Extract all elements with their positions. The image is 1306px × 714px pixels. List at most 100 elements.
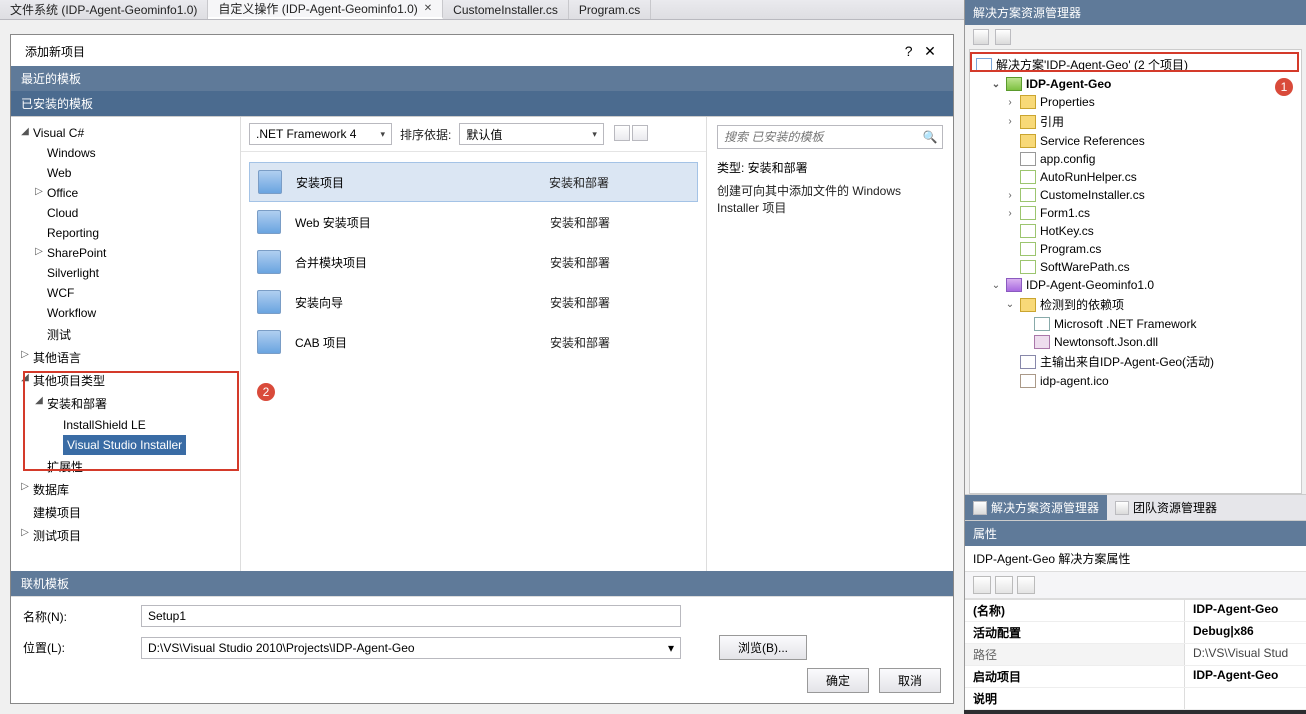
tree-extensibility[interactable]: 扩展性 xyxy=(11,455,240,478)
view-small-icon[interactable] xyxy=(632,125,648,141)
view-medium-icon[interactable] xyxy=(614,125,630,141)
close-icon[interactable]: ✕ xyxy=(921,43,939,60)
solution-root[interactable]: 解决方案'IDP-Agent-Geo' (2 个项目) xyxy=(976,54,1295,75)
close-icon[interactable]: ✕ xyxy=(424,3,432,14)
search-box[interactable]: 🔍 xyxy=(717,125,943,149)
prop-value[interactable]: IDP-Agent-Geo xyxy=(1185,666,1306,687)
tree-modeling[interactable]: 建模项目 xyxy=(11,501,240,524)
team-icon xyxy=(1115,501,1129,515)
detected-deps-node[interactable]: ⌄检测到的依赖项 xyxy=(976,294,1295,315)
expand-icon[interactable]: ▷ xyxy=(31,246,47,257)
solution-explorer-header: 解决方案资源管理器 xyxy=(965,0,1306,25)
properties-icon[interactable] xyxy=(973,29,989,45)
tree-sharepoint[interactable]: ▷SharePoint xyxy=(11,243,240,263)
template-item[interactable]: Web 安装项目安装和部署 xyxy=(249,202,698,242)
prop-value[interactable]: IDP-Agent-Geo xyxy=(1185,600,1306,621)
file-node[interactable]: idp-agent.ico xyxy=(976,372,1295,390)
file-node[interactable]: Program.cs xyxy=(976,240,1295,258)
installed-templates-header[interactable]: 已安装的模板 xyxy=(11,91,953,116)
references-node[interactable]: ›引用 xyxy=(976,111,1295,132)
tree-wcf[interactable]: WCF xyxy=(11,283,240,303)
recent-templates-header[interactable]: 最近的模板 xyxy=(11,66,953,91)
template-item[interactable]: 合并模块项目安装和部署 xyxy=(249,242,698,282)
categorized-icon[interactable] xyxy=(973,576,991,594)
location-dropdown[interactable]: D:\VS\Visual Studio 2010\Projects\IDP-Ag… xyxy=(141,637,681,659)
expand-icon[interactable]: ⌄ xyxy=(990,280,1002,291)
sort-dropdown[interactable]: 默认值▾ xyxy=(459,123,604,145)
ok-button[interactable]: 确定 xyxy=(807,668,869,693)
output-node[interactable]: 主输出来自IDP-Agent-Geo(活动) xyxy=(976,351,1295,372)
project-name-input[interactable] xyxy=(141,605,681,627)
tree-silverlight[interactable]: Silverlight xyxy=(11,263,240,283)
project-node[interactable]: ⌄IDP-Agent-Geo xyxy=(976,75,1295,93)
tree-test[interactable]: 测试 xyxy=(11,323,240,346)
expand-icon[interactable]: ▷ xyxy=(17,481,33,492)
file-node[interactable]: ›Form1.cs xyxy=(976,204,1295,222)
icon-file-icon xyxy=(1020,374,1036,388)
file-node[interactable]: ›CustomeInstaller.cs xyxy=(976,186,1295,204)
tree-workflow[interactable]: Workflow xyxy=(11,303,240,323)
expand-icon[interactable]: › xyxy=(1004,208,1016,219)
expand-icon[interactable]: ◢ xyxy=(31,395,47,406)
folder-icon xyxy=(1020,134,1036,148)
tab-solution-explorer[interactable]: 解决方案资源管理器 xyxy=(965,495,1107,520)
tree-installshield[interactable]: InstallShield LE xyxy=(11,415,240,435)
cancel-button[interactable]: 取消 xyxy=(879,668,941,693)
template-item[interactable]: 安装向导安装和部署 xyxy=(249,282,698,322)
tree-other-lang[interactable]: ▷其他语言 xyxy=(11,346,240,369)
prop-value[interactable]: Debug|x86 xyxy=(1185,622,1306,643)
tree-vs-installer[interactable]: Visual Studio Installer xyxy=(63,435,186,455)
expand-icon[interactable]: › xyxy=(1004,190,1016,201)
tab-program[interactable]: Program.cs xyxy=(569,0,651,19)
file-node[interactable]: app.config xyxy=(976,150,1295,168)
dll-icon xyxy=(1034,335,1050,349)
project-node[interactable]: ⌄IDP-Agent-Geominfo1.0 xyxy=(976,276,1295,294)
expand-icon[interactable]: ▷ xyxy=(31,186,47,197)
dependency-node[interactable]: Newtonsoft.Json.dll xyxy=(976,333,1295,351)
tree-cloud[interactable]: Cloud xyxy=(11,203,240,223)
search-input[interactable] xyxy=(718,126,918,148)
file-node[interactable]: SoftWarePath.cs xyxy=(976,258,1295,276)
tab-custom-ops[interactable]: 自定义操作 (IDP-Agent-Geominfo1.0)✕ xyxy=(208,0,443,19)
expand-icon[interactable]: ⌄ xyxy=(990,79,1002,90)
tree-web[interactable]: Web xyxy=(11,163,240,183)
tab-custome-installer[interactable]: CustomeInstaller.cs xyxy=(443,0,569,19)
framework-dropdown[interactable]: .NET Framework 4▾ xyxy=(249,123,392,145)
expand-icon[interactable]: ▷ xyxy=(17,527,33,538)
expand-icon[interactable]: ◢ xyxy=(17,126,33,137)
online-templates-header[interactable]: 联机模板 xyxy=(11,571,953,596)
expand-icon[interactable]: ⌄ xyxy=(1004,299,1016,310)
service-references-node[interactable]: Service References xyxy=(976,132,1295,150)
properties-node[interactable]: ›Properties xyxy=(976,93,1295,111)
csharp-file-icon xyxy=(1020,260,1036,274)
csharp-project-icon xyxy=(1006,77,1022,91)
tree-windows[interactable]: Windows xyxy=(11,143,240,163)
tab-filesystem[interactable]: 文件系统 (IDP-Agent-Geominfo1.0) xyxy=(0,0,208,19)
prop-value[interactable] xyxy=(1185,688,1306,709)
tree-test-proj[interactable]: ▷测试项目 xyxy=(11,524,240,547)
tab-team-explorer[interactable]: 团队资源管理器 xyxy=(1107,495,1225,520)
file-node[interactable]: AutoRunHelper.cs xyxy=(976,168,1295,186)
properties-pages-icon[interactable] xyxy=(1017,576,1035,594)
show-all-icon[interactable] xyxy=(995,29,1011,45)
expand-icon[interactable]: › xyxy=(1004,97,1016,108)
expand-icon[interactable]: ◢ xyxy=(17,372,33,383)
tree-office[interactable]: ▷Office xyxy=(11,183,240,203)
template-item[interactable]: CAB 项目安装和部署 xyxy=(249,322,698,362)
property-grid: (名称)IDP-Agent-Geo 活动配置Debug|x86 路径D:\VS\… xyxy=(965,599,1306,710)
tree-setup-deploy[interactable]: ◢安装和部署 xyxy=(11,392,240,415)
expand-icon[interactable]: › xyxy=(1004,116,1016,127)
tree-csharp[interactable]: ◢Visual C# xyxy=(11,123,240,143)
tree-database[interactable]: ▷数据库 xyxy=(11,478,240,501)
template-item[interactable]: 安装项目安装和部署 xyxy=(249,162,698,202)
tree-reporting[interactable]: Reporting xyxy=(11,223,240,243)
expand-icon[interactable]: ▷ xyxy=(17,349,33,360)
alphabetical-icon[interactable] xyxy=(995,576,1013,594)
search-icon[interactable]: 🔍 xyxy=(918,126,942,148)
file-node[interactable]: HotKey.cs xyxy=(976,222,1295,240)
help-icon[interactable]: ? xyxy=(900,43,918,59)
tree-other-proj[interactable]: ◢其他项目类型 xyxy=(11,369,240,392)
browse-button[interactable]: 浏览(B)... xyxy=(719,635,807,660)
dependency-node[interactable]: Microsoft .NET Framework xyxy=(976,315,1295,333)
form-file-icon xyxy=(1020,206,1036,220)
